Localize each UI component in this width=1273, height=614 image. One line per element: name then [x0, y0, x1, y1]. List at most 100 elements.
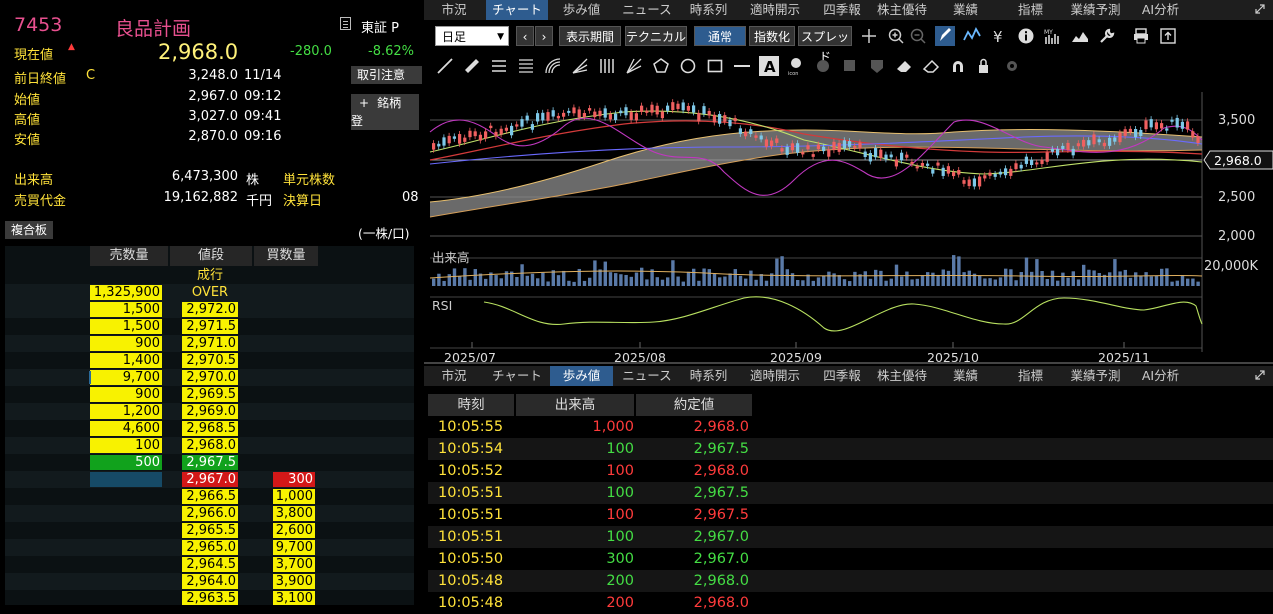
crosshair-icon[interactable] — [859, 26, 879, 46]
book-row[interactable]: 2,966.0 3,800 — [5, 505, 414, 522]
market-list-icon[interactable] — [340, 17, 351, 30]
book-row[interactable]: 100 2,968.0 — [5, 437, 414, 454]
book-row[interactable]: 4,600 2,968.5 — [5, 420, 414, 437]
chart-tab-5[interactable]: 時系列 — [681, 0, 736, 20]
ruler-icon[interactable] — [462, 56, 482, 76]
lock-pen-icon[interactable] — [975, 56, 995, 76]
book-row[interactable]: 1,500 2,971.5 — [5, 318, 414, 335]
period-select[interactable]: 日足 ▼ — [435, 26, 509, 46]
print-icon[interactable] — [1131, 26, 1151, 46]
expand-icon[interactable] — [1255, 4, 1265, 14]
book-row[interactable]: 1,400 2,970.5 — [5, 352, 414, 369]
yen-icon[interactable]: ¥ — [989, 26, 1009, 46]
wave-cursor-icon[interactable] — [962, 26, 982, 46]
chart-tab-9[interactable]: 業績 — [934, 0, 997, 20]
expand-icon[interactable] — [1255, 370, 1265, 380]
tick-row: 10:05:51 100 2,967.5 — [428, 504, 1273, 526]
circle-icon[interactable] — [678, 56, 698, 76]
eraser-icon[interactable] — [894, 56, 914, 76]
my-chart-icon[interactable]: MY — [1043, 26, 1063, 46]
chart-tab-7[interactable]: 四季報 — [814, 0, 870, 20]
arc-icon[interactable] — [543, 56, 563, 76]
fibonacci-icon[interactable] — [516, 56, 536, 76]
book-row[interactable]: 9,700 2,970.0 — [5, 369, 414, 386]
panel-divider[interactable] — [424, 362, 1273, 364]
ticks-tab-10[interactable]: 指標 — [999, 366, 1062, 386]
book-row[interactable]: 2,967.0 300 — [5, 471, 414, 488]
chart-tab-3[interactable]: 歩み値 — [550, 0, 613, 20]
chart-tab-4[interactable]: ニュース — [615, 0, 679, 20]
watchlist-button[interactable]: + 銘柄登 — [351, 94, 419, 130]
book-row[interactable]: 2,965.5 2,600 — [5, 522, 414, 539]
spread-button[interactable]: スプレッド — [798, 26, 852, 64]
trendline-icon[interactable] — [435, 56, 455, 76]
book-row[interactable]: 900 2,969.5 — [5, 386, 414, 403]
chart-tab-10[interactable]: 指標 — [999, 0, 1062, 20]
chart-tab-11[interactable]: 業績予測 — [1064, 0, 1127, 20]
layers-icon[interactable] — [840, 56, 860, 76]
zoom-in-icon[interactable] — [886, 26, 906, 46]
book-row[interactable]: 2,963.5 3,100 — [5, 590, 414, 605]
vertical-lines-icon[interactable] — [597, 56, 617, 76]
trade-notice-button[interactable]: 取引注意 — [351, 66, 422, 84]
chart-tab-6[interactable]: 適時開示 — [738, 0, 812, 20]
info-icon[interactable] — [1016, 26, 1036, 46]
ticks-tab-3[interactable]: 歩み値 — [550, 366, 613, 386]
chart-tab-1[interactable]: 市況 — [424, 0, 484, 20]
index-button[interactable]: 指数化 — [749, 26, 795, 46]
pentagon-icon[interactable] — [651, 56, 671, 76]
ticks-tab-12[interactable]: AI分析 — [1129, 366, 1192, 386]
technical-button[interactable]: テクニカル — [625, 26, 687, 46]
ticks-tab-9[interactable]: 業績 — [934, 366, 997, 386]
ticks-tab-8[interactable]: 株主優待 — [872, 366, 932, 386]
wrench-icon[interactable] — [1097, 26, 1117, 46]
tick-time: 10:05:48 — [438, 573, 504, 589]
speed-lines-icon[interactable] — [570, 56, 590, 76]
price-level: 2,965.5 — [182, 523, 238, 538]
normal-button[interactable]: 通常 — [694, 26, 746, 46]
erase-all-icon[interactable] — [921, 56, 941, 76]
copy-icon[interactable] — [813, 56, 833, 76]
pen-icon[interactable] — [935, 26, 955, 46]
area-chart-icon[interactable] — [1070, 26, 1090, 46]
turnover-label: 売買代金 — [14, 194, 67, 209]
move-icon[interactable] — [867, 56, 887, 76]
ticks-tab-11[interactable]: 業績予測 — [1064, 366, 1127, 386]
ticks-tab-6[interactable]: 適時開示 — [738, 366, 812, 386]
stamp-icon[interactable]: icon — [786, 56, 806, 76]
ticks-tab-7[interactable]: 四季報 — [814, 366, 870, 386]
horizontal-lines-icon[interactable] — [489, 56, 509, 76]
chart-tab-12[interactable]: AI分析 — [1129, 0, 1192, 20]
next-arrow-button[interactable]: › — [535, 26, 553, 46]
book-row[interactable]: 2,965.0 9,700 — [5, 539, 414, 556]
prev-arrow-button[interactable]: ‹ — [516, 26, 534, 46]
tick-row: 10:05:48 200 2,968.0 — [428, 570, 1273, 592]
book-row[interactable]: 1,200 2,969.0 — [5, 403, 414, 420]
text-tool-icon[interactable]: A — [759, 56, 779, 76]
book-row[interactable]: 2,966.5 1,000 — [5, 488, 414, 505]
chart-tab-2[interactable]: チャート — [486, 0, 548, 20]
volume-ma-line — [429, 270, 1203, 279]
book-row[interactable]: 2,964.5 3,700 — [5, 556, 414, 573]
book-row[interactable]: 500 2,967.5 — [5, 454, 414, 471]
export-icon[interactable] — [1158, 26, 1178, 46]
book-row[interactable]: 900 2,971.0 — [5, 335, 414, 352]
fan-lines-icon[interactable] — [624, 56, 644, 76]
magnet-icon[interactable] — [948, 56, 968, 76]
book-row[interactable]: 2,964.0 3,900 — [5, 573, 414, 590]
book-over-row: 1,325,900 OVER — [5, 284, 414, 301]
ticks-tab-1[interactable]: 市況 — [424, 366, 484, 386]
rectangle-icon[interactable] — [705, 56, 725, 76]
ticks-tab-5[interactable]: 時系列 — [681, 366, 736, 386]
book-header-bid: 買数量 — [254, 246, 318, 266]
ticks-tab-2[interactable]: チャート — [486, 366, 548, 386]
book-row[interactable]: 1,500 2,972.0 — [5, 301, 414, 318]
ticks-tab-4[interactable]: ニュース — [615, 366, 679, 386]
chart-tab-8[interactable]: 株主優待 — [872, 0, 932, 20]
zoom-out-icon[interactable] — [908, 26, 928, 46]
display-period-button[interactable]: 表示期間 — [559, 26, 621, 46]
combined-board-button[interactable]: 複合板 — [5, 221, 54, 239]
price-chart[interactable]: 3,500 2,500 2,000 2,968.0 出来高 20,000K RS… — [424, 92, 1273, 362]
line-segment-icon[interactable] — [732, 56, 752, 76]
settings-gear-icon[interactable] — [1002, 56, 1022, 76]
